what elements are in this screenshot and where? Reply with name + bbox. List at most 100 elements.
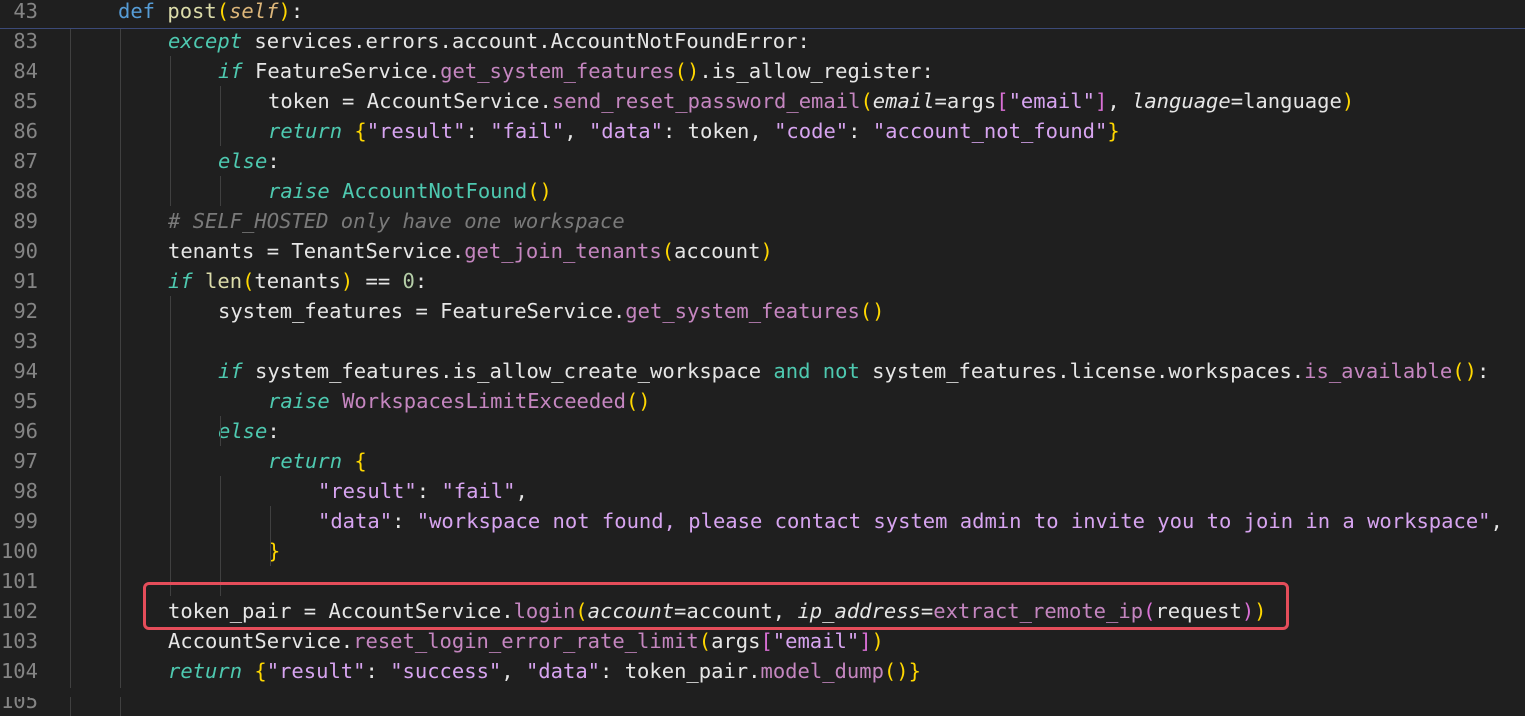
sticky-scroll-line[interactable]: 43 def post(self): — [0, 0, 1525, 29]
code-line[interactable]: 100} — [0, 536, 1525, 566]
code-token: ) — [871, 629, 884, 653]
code-text: return { — [268, 446, 367, 476]
code-token: ( — [242, 269, 255, 293]
code-line[interactable]: 104 return {"result": "success", "data": … — [0, 656, 1525, 686]
code-token: [ — [760, 629, 773, 653]
code-token: self — [229, 0, 279, 23]
code-token: system_features.is_allow_create_workspac… — [242, 359, 774, 383]
line-number: 92 — [13, 299, 38, 323]
code-token: "fail" — [441, 479, 516, 503]
code-line[interactable]: 92 system_features = FeatureService.get_s… — [0, 296, 1525, 326]
code-line[interactable]: 93 — [0, 326, 1525, 356]
line-number: 102 — [0, 599, 38, 623]
code-token: len — [205, 269, 243, 293]
code-line[interactable]: 101 — [0, 566, 1525, 596]
code-token: : — [290, 0, 304, 23]
code-token: [ — [996, 89, 1009, 113]
code-token: ) — [278, 0, 291, 23]
code-token: =args — [934, 89, 997, 113]
code-line[interactable]: 94 if system_features.is_allow_create_wor… — [0, 356, 1525, 386]
code-token: post — [167, 0, 217, 23]
code-line[interactable]: 91 if len(tenants) == 0: — [0, 266, 1525, 296]
code-token: extract_remote_ip — [933, 599, 1144, 623]
code-line[interactable]: 87 else: — [0, 146, 1525, 176]
code-token: model_dump — [760, 659, 884, 683]
code-line[interactable]: 97 return { — [0, 446, 1525, 476]
code-token: =account, — [674, 599, 798, 623]
code-line[interactable]: 96 else: — [0, 416, 1525, 446]
code-text: return {"result": "fail", "data": token,… — [268, 116, 1120, 146]
code-line[interactable]: 85 token = AccountService.send_reset_pass… — [0, 86, 1525, 116]
code-line[interactable]: 95 raise WorkspacesLimitExceeded() — [0, 386, 1525, 416]
code-token: ( — [216, 0, 230, 23]
code-text: # SELF_HOSTED only have one workspace — [168, 206, 625, 236]
line-number: 83 — [13, 29, 38, 53]
code-token: = — [920, 599, 934, 623]
line-number: 96 — [13, 419, 38, 443]
code-token: : — [267, 149, 280, 173]
code-token: else — [218, 419, 268, 443]
code-token: "fail" — [490, 119, 565, 143]
code-token: { — [354, 119, 367, 143]
code-line[interactable]: 99 "data": "workspace not found, please c… — [0, 506, 1525, 536]
code-line[interactable]: 103 AccountService.reset_login_error_rate… — [0, 626, 1525, 656]
code-line[interactable]: 90 tenants = TenantService.get_join_tenan… — [0, 236, 1525, 266]
line-number: 100 — [0, 539, 38, 563]
code-token: ( — [1143, 599, 1156, 623]
code-line[interactable]: 102 token_pair = AccountService.login(acc… — [0, 596, 1525, 626]
line-number: 94 — [13, 359, 38, 383]
code-token: "code" — [774, 119, 849, 143]
line-number: 97 — [13, 449, 38, 473]
code-line[interactable]: 98 "result": "fail", — [0, 476, 1525, 506]
code-token: } — [908, 659, 921, 683]
code-token: ) — [1341, 89, 1355, 113]
code-token: else — [218, 149, 268, 173]
code-token: : — [267, 419, 280, 443]
code-token: "result" — [318, 479, 417, 503]
code-token: 0 — [402, 269, 415, 293]
code-token: account — [587, 599, 675, 623]
code-text: raise AccountNotFound() — [268, 176, 552, 206]
code-token: is_available — [1304, 359, 1453, 383]
code-token: , — [1490, 509, 1503, 533]
code-token: email — [872, 89, 935, 113]
code-token: get_join_tenants — [464, 239, 662, 263]
code-token: AccountService. — [168, 629, 354, 653]
code-editor[interactable]: 43 def post(self): 83 except services.error… — [0, 0, 1525, 716]
code-line[interactable]: 86 return {"result": "fail", "data": toke… — [0, 116, 1525, 146]
code-token: reset_login_error_rate_limit — [353, 629, 699, 653]
code-text: system_features = FeatureService.get_sys… — [218, 296, 884, 326]
code-line[interactable]: 88 raise AccountNotFound() — [0, 176, 1525, 206]
code-text: def post(self): — [118, 0, 303, 26]
code-line[interactable]: 83 except services.errors.account.Account… — [0, 26, 1525, 56]
line-number: 85 — [13, 89, 38, 113]
indent-guide — [70, 26, 71, 716]
code-token: except — [168, 29, 243, 53]
line-number: 101 — [0, 569, 38, 593]
code-text: else: — [218, 146, 280, 176]
code-token: } — [1107, 119, 1120, 143]
code-token: return — [268, 449, 343, 473]
line-number: 104 — [0, 659, 38, 683]
code-text: tenants = TenantService.get_join_tenants… — [168, 236, 773, 266]
code-line[interactable]: 84 if FeatureService.get_system_features(… — [0, 56, 1525, 86]
code-text: token = AccountService.send_reset_passwo… — [268, 86, 1354, 116]
code-text: if system_features.is_allow_create_works… — [218, 356, 1489, 386]
code-token: request — [1155, 599, 1242, 623]
code-line[interactable]: 89 # SELF_HOSTED only have one workspace — [0, 206, 1525, 236]
code-token: get_system_features — [440, 59, 675, 83]
code-token: () — [674, 59, 700, 83]
code-token: : token_pair. — [600, 659, 761, 683]
code-token: "workspace not found, please contact sys… — [416, 509, 1491, 533]
code-token: { — [254, 659, 267, 683]
code-token: , — [501, 659, 526, 683]
code-token: services.errors.account.AccountNotFoundE… — [242, 29, 810, 53]
line-number: 99 — [13, 509, 38, 533]
indent-guide — [170, 56, 171, 206]
code-token: if — [168, 269, 193, 293]
line-number: 88 — [13, 179, 38, 203]
